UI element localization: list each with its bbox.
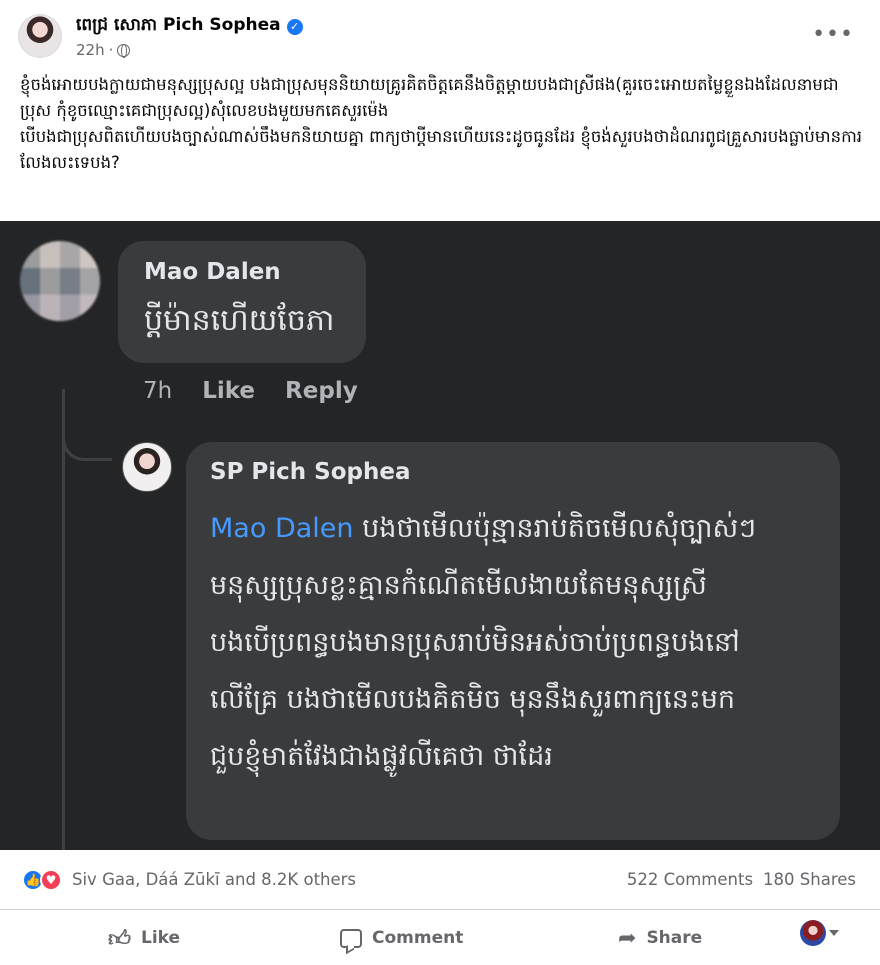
comment-button[interactable]: Comment (340, 921, 463, 955)
reply-line-2: មនុស្សប្រុសខ្លះគ្មានកំណើតមើលងាយតែមនុស្សស… (210, 570, 707, 601)
reactors-summary[interactable]: Siv Gaa, Dáá Zūkī and 8.2K others (72, 870, 356, 889)
more-options-button[interactable]: ••• (812, 24, 854, 46)
comments-count[interactable]: 522 Comments (627, 870, 753, 889)
react-as-selector[interactable] (800, 920, 839, 946)
post-meta: 22h · (76, 41, 131, 59)
comment-bubble: Mao Dalen ប្ដីម៉ានហើយចែភា (118, 241, 366, 363)
verified-badge-icon: ✓ (286, 18, 303, 35)
comment-reply-link: Reply (285, 378, 358, 404)
blurred-avatar (20, 241, 100, 321)
comment-author: Mao Dalen (144, 259, 281, 285)
like-label: Like (141, 928, 181, 948)
engagement-counts: 522 Comments 180 Shares (627, 870, 856, 889)
comment-actions: 7h Like Reply (143, 378, 358, 404)
post-text: ខ្ញុំចង់អោយបងក្លាយជាមនុស្សប្រុសល្អ បងជាប… (20, 75, 863, 172)
post-header: ពេជ្រ សោភា Pich Sophea ✓ 22h · ••• (0, 0, 880, 72)
comment-text: ប្ដីម៉ានហើយចែភា (144, 303, 335, 338)
mention-link: Mao Dalen (210, 513, 354, 544)
chevron-down-icon (829, 930, 839, 936)
comment-time: 7h (143, 378, 173, 404)
author-line: ពេជ្រ សោភា Pich Sophea ✓ (76, 14, 303, 39)
post-time[interactable]: 22h (76, 41, 105, 59)
thumbs-up-icon: 👍︎ (108, 926, 131, 952)
share-arrow-icon: ➦ (618, 925, 637, 951)
thread-connector (62, 389, 112, 461)
share-button[interactable]: ➦ Share (618, 921, 702, 955)
author-avatar[interactable] (18, 14, 62, 58)
reply-line-4: លើគ្រែ បងថាមើលបងគិតមិច មុននឹងសួរពាក្យនេះ… (210, 684, 735, 715)
embedded-comment-screenshot: Mao Dalen ប្ដីម៉ានហើយចែភា 7h Like Reply … (0, 221, 880, 850)
action-bar: 👍︎ Like Comment ➦ Share (0, 911, 880, 965)
reactions-bar: 👍 ♥ Siv Gaa, Dáá Zūkī and 8.2K others 52… (0, 850, 880, 910)
thread-line (62, 389, 65, 850)
comment-like-link: Like (202, 378, 256, 404)
like-button[interactable]: 👍︎ Like (108, 921, 180, 955)
share-label: Share (646, 928, 703, 948)
reply-line-1: Mao Dalen បងថាមើលប៉ុន្មានរាប់តិចមើលសុំច្… (210, 513, 757, 544)
profile-avatar (800, 920, 826, 946)
reply-bubble: SP Pich Sophea Mao Dalen បងថាមើលប៉ុន្មាន… (186, 442, 840, 840)
reply-avatar (122, 442, 172, 492)
reply-line-3: បងបើប្រពន្ធបងមានប្រុសរាប់មិនអស់ចាប់ប្រពន… (210, 627, 740, 658)
reply-text: Mao Dalen បងថាមើលប៉ុន្មានរាប់តិចមើលសុំច្… (210, 500, 830, 785)
shares-count[interactable]: 180 Shares (763, 870, 856, 889)
comment-icon (340, 928, 362, 948)
comment-label: Comment (372, 928, 464, 948)
author-name[interactable]: ពេជ្រ សោភា Pich Sophea (76, 14, 281, 39)
reply-line-5: ជួបខ្ញុំមាត់វែងជាងផ្លូវលីគេថា ថាដែរ (210, 741, 553, 772)
meta-separator: · (108, 41, 114, 59)
globe-icon (117, 43, 131, 58)
love-reaction-icon: ♥ (40, 869, 62, 891)
reply-author: SP Pich Sophea (210, 459, 411, 485)
